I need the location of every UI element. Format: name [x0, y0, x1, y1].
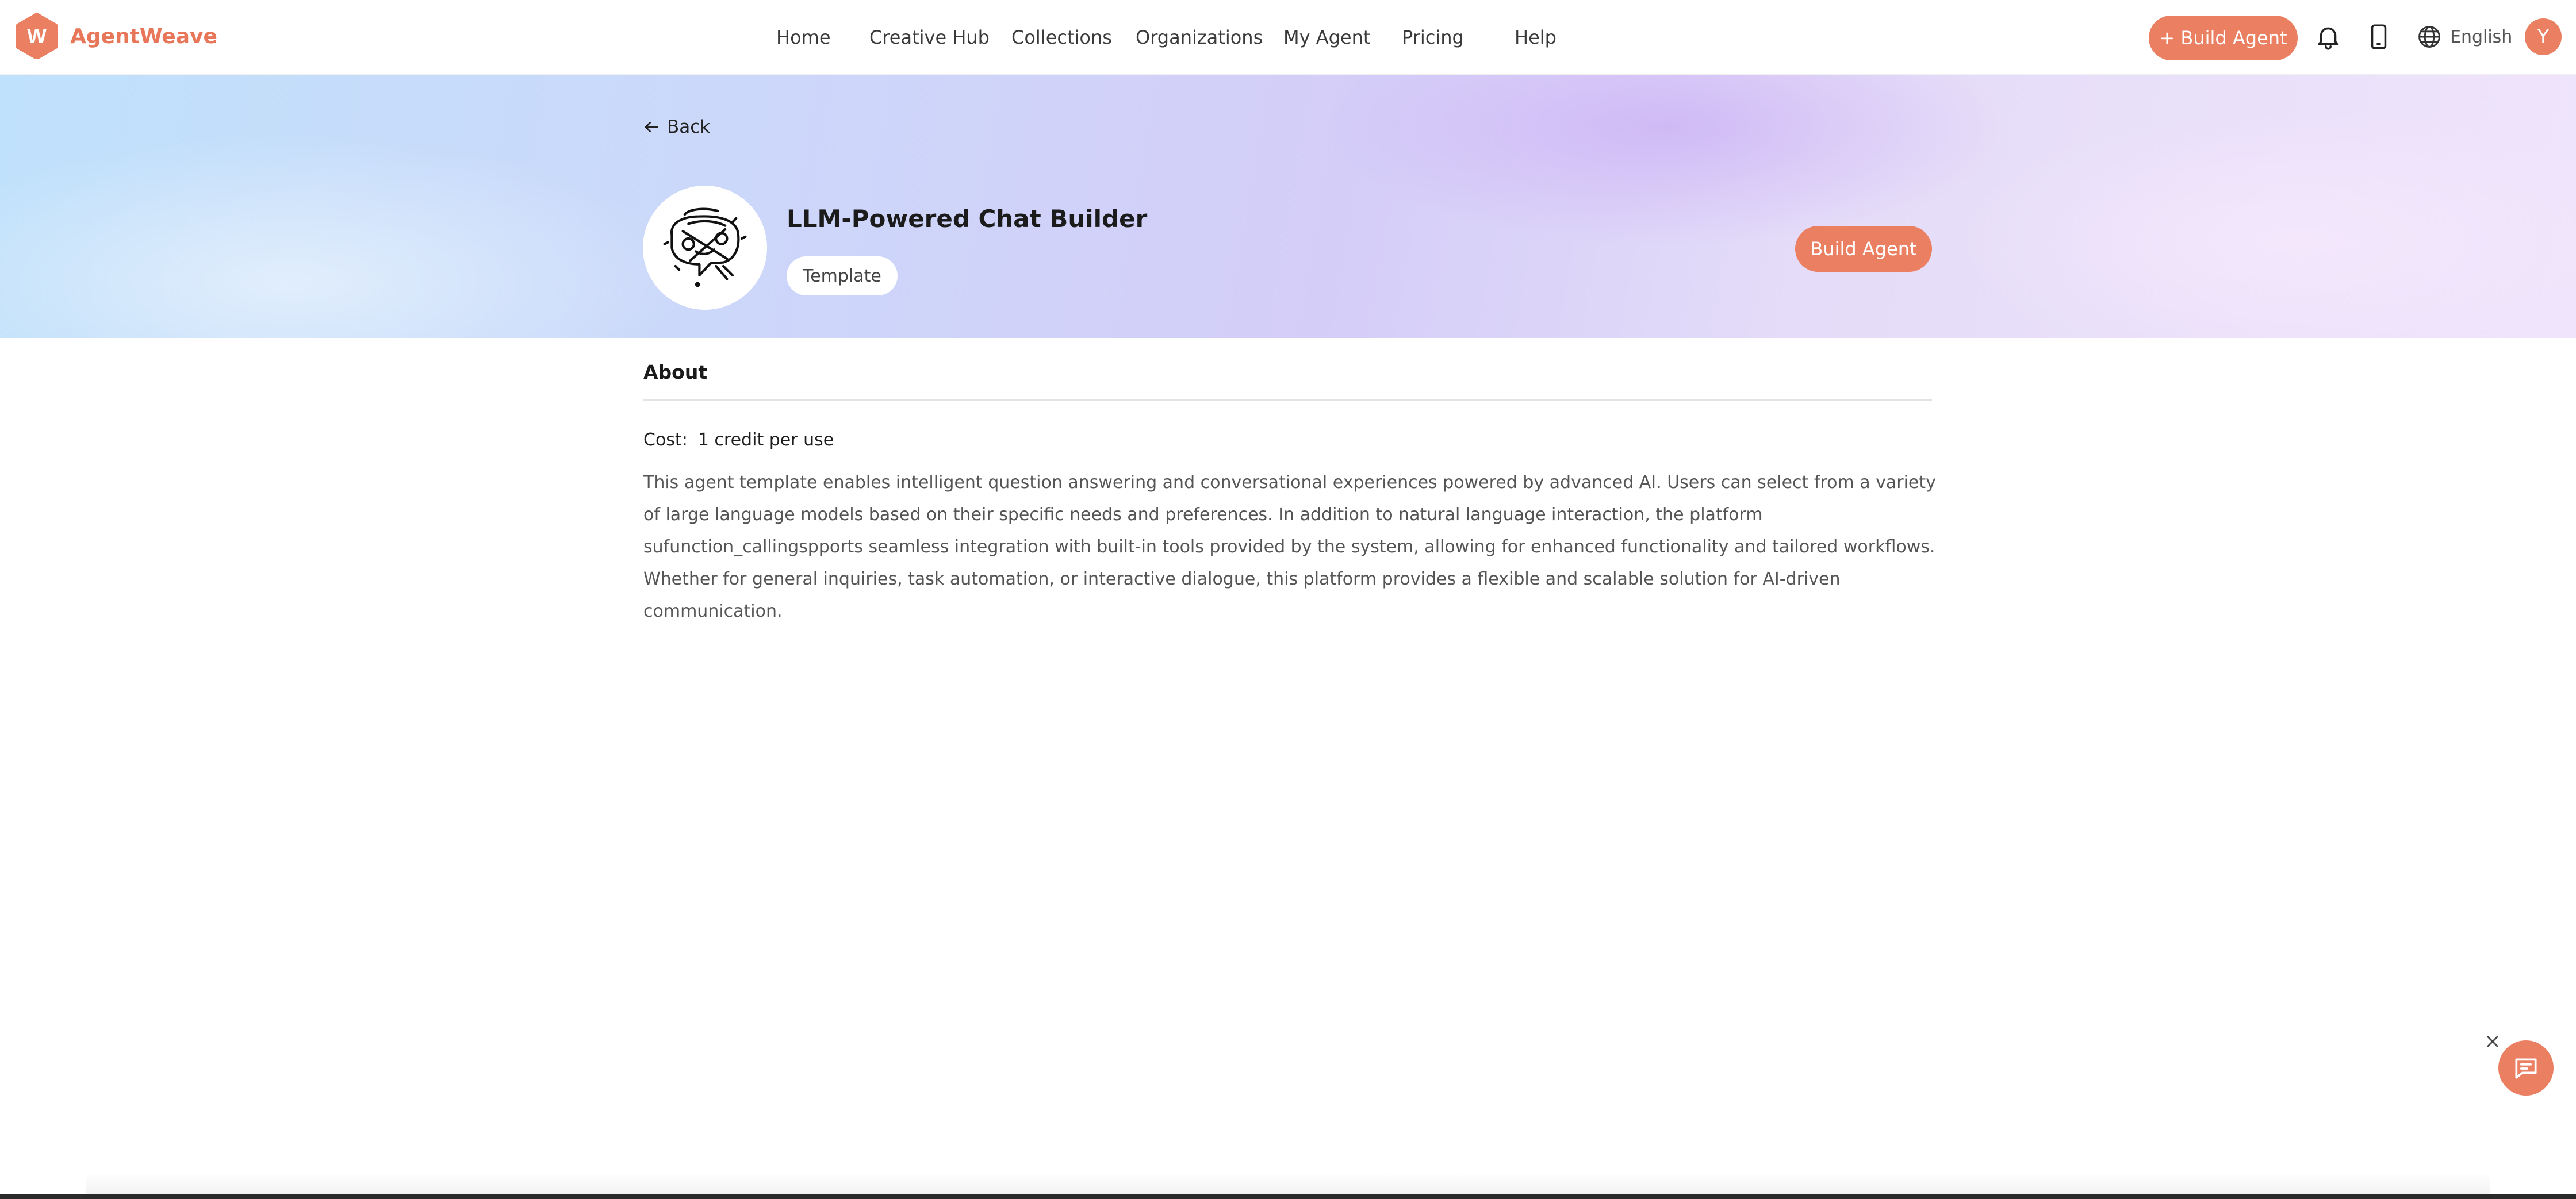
nav-item-home[interactable]: Home	[776, 0, 831, 75]
nav-item-pricing[interactable]: Pricing	[1402, 0, 1464, 75]
hexagon-logo-icon: W	[16, 13, 57, 59]
agent-title: LLM-Powered Chat Builder	[787, 205, 1148, 233]
cost-value: 1 credit per use	[697, 430, 834, 450]
nav-item-help[interactable]: Help	[1515, 0, 1557, 75]
agent-hero-banner: Back LLM-Powered Chat Builder Template B…	[0, 75, 2576, 338]
bell-icon[interactable]	[2314, 22, 2343, 51]
nav-item-creative-hub[interactable]: Creative Hub	[869, 0, 990, 75]
language-selector[interactable]: English	[2417, 21, 2512, 53]
globe-icon	[2418, 26, 2440, 48]
back-label: Back	[667, 117, 711, 137]
build-agent-button-top[interactable]: + Build Agent	[2149, 16, 2298, 60]
bottom-shadow	[86, 1173, 2490, 1194]
hero-decoration	[0, 132, 690, 338]
nav-item-organizations[interactable]: Organizations	[1136, 0, 1263, 75]
template-tag: Template	[787, 256, 898, 295]
brand-name: AgentWeave	[70, 24, 217, 48]
chat-bubble-icon	[2515, 1058, 2537, 1079]
chat-robot-sketch-icon	[663, 207, 747, 287]
brand-logo[interactable]: W AgentWeave	[14, 13, 217, 59]
logo-letter: W	[27, 24, 47, 48]
cost-label: Cost:	[643, 430, 688, 450]
nav-item-collections[interactable]: Collections	[1011, 0, 1112, 75]
about-divider	[643, 399, 1932, 401]
user-avatar[interactable]: Y	[2525, 18, 2562, 55]
about-heading: About	[643, 361, 708, 383]
close-icon[interactable]	[2483, 1032, 2502, 1051]
nav-item-my-agent[interactable]: My Agent	[1283, 0, 1370, 75]
chat-support-button[interactable]	[2498, 1040, 2554, 1096]
hero-decoration	[1955, 109, 2576, 338]
agent-avatar	[643, 186, 767, 310]
arrow-left-icon	[645, 122, 658, 132]
agent-description: This agent template enables intelligent …	[643, 472, 1936, 621]
back-link[interactable]: Back	[643, 113, 710, 141]
window-bottom-edge	[0, 1194, 2576, 1199]
build-agent-button[interactable]: Build Agent	[1795, 226, 1932, 272]
language-label: English	[2450, 26, 2513, 47]
mobile-device-icon[interactable]	[2364, 22, 2393, 51]
top-navbar: W AgentWeave Home Creative Hub Collectio…	[0, 0, 2576, 75]
hero-decoration	[1322, 75, 2012, 247]
cost-row: Cost: 1 credit per use	[643, 430, 834, 450]
